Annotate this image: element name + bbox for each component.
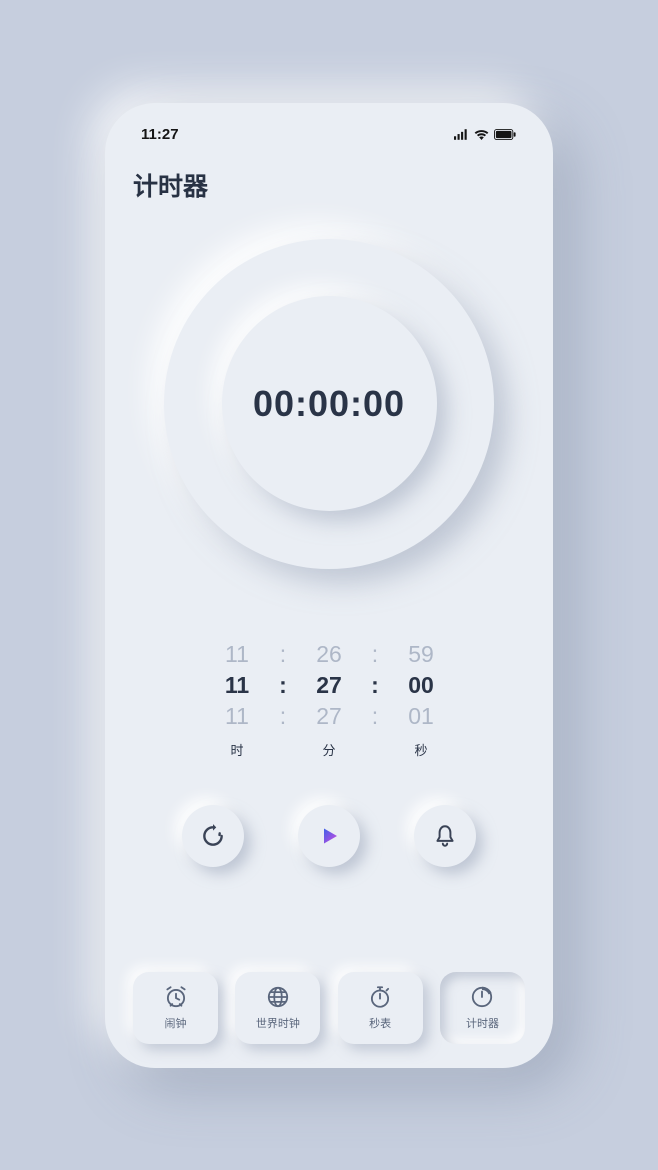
refresh-button[interactable] [182, 805, 244, 867]
alarm-clock-icon [163, 984, 189, 1010]
time-picker[interactable]: 11 : 26 : 59 11 : 27 : 00 11 : 27 : 01 时… [133, 641, 525, 759]
picker-label-h: 时 [202, 740, 272, 759]
timer-dial: 00:00:00 [133, 239, 525, 569]
bottom-nav: 闹钟 世界时钟 秒表 计时器 [133, 972, 525, 1044]
picker-row-current[interactable]: 11 : 27 : 00 [202, 672, 456, 699]
nav-item-stopwatch[interactable]: 秒表 [338, 972, 423, 1044]
battery-icon [494, 129, 517, 140]
bell-icon [432, 823, 458, 849]
phone-frame: 11:27 计时器 00:00:00 11 : 26 : 59 11 : 27 … [105, 103, 553, 1068]
timer-display: 00:00:00 [253, 383, 405, 425]
picker-row-prev[interactable]: 11 : 26 : 59 [202, 641, 456, 668]
nav-label: 闹钟 [165, 1015, 187, 1031]
picker-row-next[interactable]: 11 : 27 : 01 [202, 703, 456, 730]
picker-labels: 时 分 秒 [202, 740, 456, 759]
picker-label-s: 秒 [386, 740, 456, 759]
nav-item-alarm[interactable]: 闹钟 [133, 972, 218, 1044]
globe-icon [265, 984, 291, 1010]
play-button[interactable] [298, 805, 360, 867]
nav-item-timer[interactable]: 计时器 [440, 972, 525, 1044]
signal-icon [454, 129, 469, 140]
control-row [133, 805, 525, 867]
picker-label-m: 分 [294, 740, 364, 759]
nav-label: 计时器 [466, 1015, 499, 1031]
nav-item-worldclock[interactable]: 世界时钟 [235, 972, 320, 1044]
timer-icon [469, 984, 495, 1010]
refresh-icon [200, 823, 226, 849]
status-time: 11:27 [141, 126, 179, 143]
status-icons [454, 129, 517, 140]
dial-outer-ring: 00:00:00 [164, 239, 494, 569]
nav-label: 秒表 [369, 1015, 391, 1031]
bell-button[interactable] [414, 805, 476, 867]
nav-label: 世界时钟 [256, 1015, 300, 1031]
dial-inner-ring: 00:00:00 [222, 296, 437, 511]
wifi-icon [474, 129, 489, 140]
status-bar: 11:27 [133, 103, 525, 159]
stopwatch-icon [367, 984, 393, 1010]
play-icon [317, 824, 341, 848]
page-title: 计时器 [133, 167, 525, 203]
